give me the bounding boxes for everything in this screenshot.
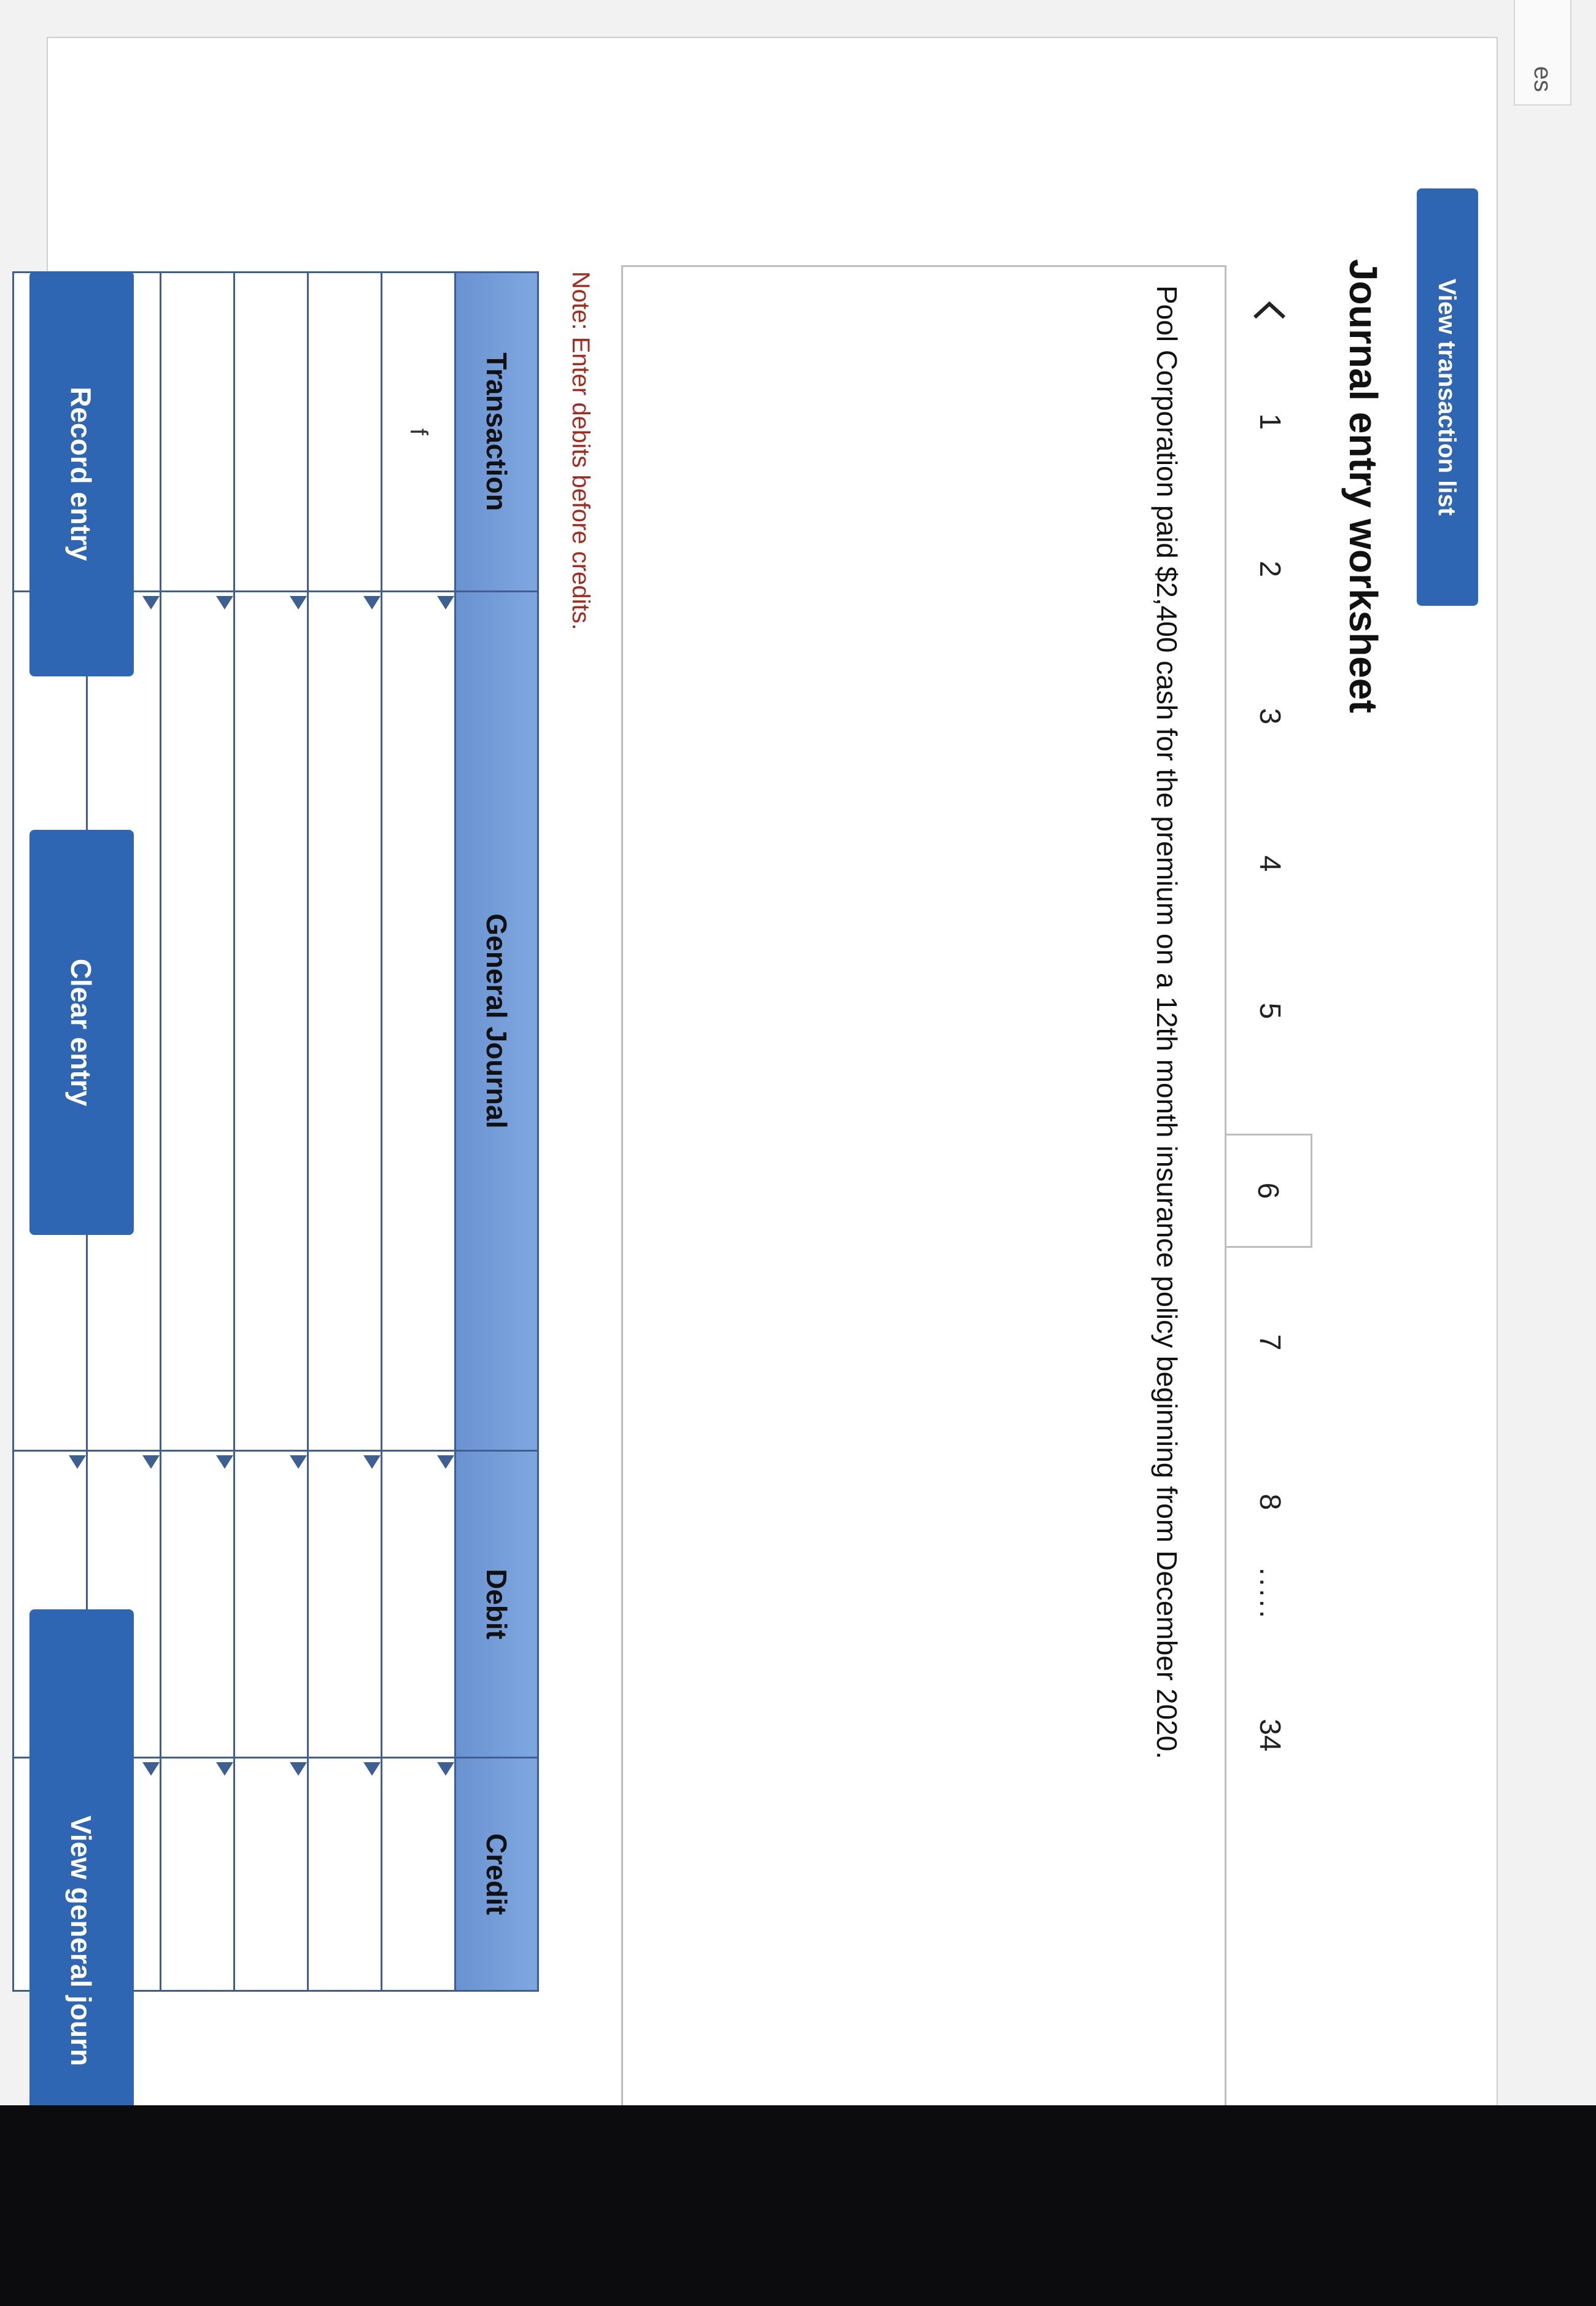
page-ellipsis: ..... <box>1253 1567 1286 1621</box>
page-1[interactable]: 1 <box>1226 385 1312 458</box>
record-entry-button[interactable]: Record entry <box>29 271 134 676</box>
dropdown-arrow-icon <box>216 1455 233 1469</box>
account-dropdown[interactable] <box>381 591 455 1451</box>
device-bezel <box>0 2105 1596 2306</box>
table-row <box>308 272 382 1991</box>
page-5[interactable]: 5 <box>1226 974 1312 1048</box>
transaction-cell <box>160 272 234 592</box>
dropdown-arrow-icon <box>142 1762 160 1776</box>
page-8[interactable]: 8 <box>1226 1465 1312 1539</box>
dropdown-arrow-icon <box>216 596 233 609</box>
dropdown-arrow-icon <box>437 1762 454 1776</box>
credit-input[interactable] <box>160 1757 234 1991</box>
worksheet-panel: View transaction list Journal entry work… <box>13 37 1498 2273</box>
page: es View transaction list Journal entry w… <box>0 0 1596 2306</box>
header-debit: Debit <box>455 1450 538 1758</box>
page-2[interactable]: 2 <box>1226 532 1312 606</box>
credit-input[interactable] <box>381 1757 455 1991</box>
account-dropdown[interactable] <box>308 591 382 1451</box>
dropdown-arrow-icon <box>437 1455 454 1469</box>
dropdown-arrow-icon <box>290 1762 307 1776</box>
table-row <box>234 272 308 1991</box>
header-transaction: Transaction <box>455 272 538 592</box>
entry-note: Note: Enter debits before credits. <box>567 271 594 630</box>
header-general-journal: General Journal <box>455 591 538 1451</box>
journal-header-row: Transaction General Journal Debit Credit <box>455 272 538 1991</box>
credit-input[interactable] <box>234 1757 308 1991</box>
prompt-box: Pool Corporation paid $2,400 cash for th… <box>621 265 1226 2110</box>
page-34[interactable]: 34 <box>1226 1698 1312 1772</box>
transaction-prompt: Pool Corporation paid $2,400 cash for th… <box>1151 285 1183 1760</box>
partial-tab[interactable]: es <box>1514 0 1571 106</box>
account-dropdown[interactable] <box>234 591 308 1451</box>
dropdown-arrow-icon <box>363 1455 381 1469</box>
page-3[interactable]: 3 <box>1226 679 1312 753</box>
transaction-cell: f <box>381 272 455 592</box>
dropdown-arrow-icon <box>290 1455 307 1469</box>
page-4[interactable]: 4 <box>1226 827 1312 900</box>
screen: es View transaction list Journal entry w… <box>0 0 1596 2306</box>
dropdown-arrow-icon <box>216 1762 233 1776</box>
pager: 1 2 3 4 5 6 7 8 ..... 34 <box>1200 274 1312 2024</box>
account-dropdown[interactable] <box>160 591 234 1451</box>
table-row: f <box>381 272 455 1991</box>
transaction-cell <box>234 272 308 592</box>
dropdown-arrow-icon <box>363 1762 381 1776</box>
debit-input[interactable] <box>234 1450 308 1758</box>
transaction-cell <box>308 272 382 592</box>
dropdown-arrow-icon <box>363 596 381 609</box>
dropdown-arrow-icon <box>290 596 307 609</box>
page-title: Journal entry worksheet <box>1341 259 1385 713</box>
chevron-left-icon[interactable] <box>1226 274 1312 348</box>
debit-input[interactable] <box>308 1450 382 1758</box>
table-row <box>160 272 234 1991</box>
view-transaction-list-button[interactable]: View transaction list <box>1417 188 1478 606</box>
dropdown-arrow-icon <box>142 596 160 609</box>
credit-input[interactable] <box>308 1757 382 1991</box>
page-7[interactable]: 7 <box>1226 1306 1312 1379</box>
debit-input[interactable] <box>381 1450 455 1758</box>
dropdown-arrow-icon <box>69 1455 86 1469</box>
debit-input[interactable] <box>160 1450 234 1758</box>
header-credit: Credit <box>455 1757 538 1991</box>
clear-entry-button[interactable]: Clear entry <box>29 830 134 1235</box>
dropdown-arrow-icon <box>142 1455 160 1469</box>
dropdown-arrow-icon <box>437 596 454 609</box>
